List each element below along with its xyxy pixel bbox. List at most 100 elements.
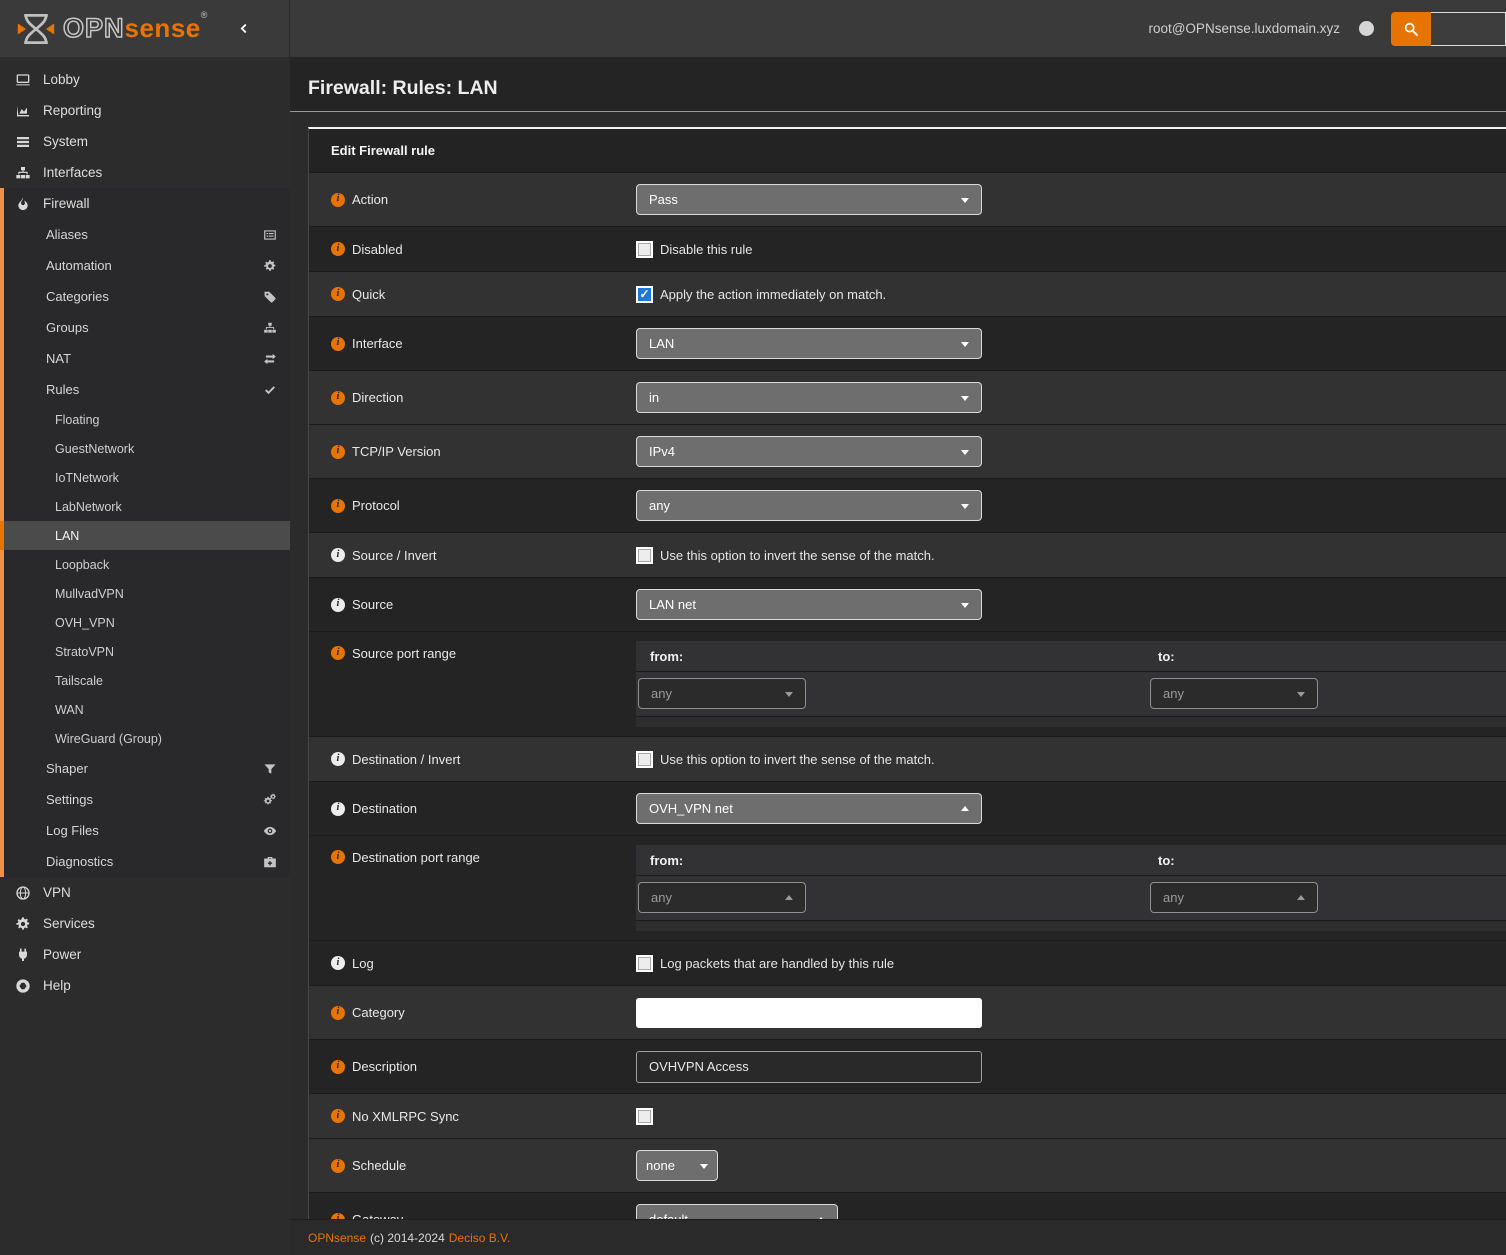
footer-opnsense-link[interactable]: OPNsense xyxy=(308,1231,366,1245)
sidebar-item-log-files[interactable]: Log Files xyxy=(4,815,290,846)
info-icon[interactable]: i xyxy=(331,242,345,256)
sidebar-item-diagnostics[interactable]: Diagnostics xyxy=(4,846,290,877)
list-icon xyxy=(13,134,33,150)
sidebar-item-groups[interactable]: Groups xyxy=(4,312,290,343)
log-checkbox[interactable] xyxy=(636,955,653,972)
sidebar-item-aliases[interactable]: Aliases xyxy=(4,219,290,250)
info-icon[interactable]: i xyxy=(331,646,345,660)
tcp-ip-version-select[interactable]: IPv4 xyxy=(636,436,982,467)
action-select[interactable]: Pass xyxy=(636,184,982,215)
field-label-cell: iSource xyxy=(309,578,636,631)
footer-copyright: (c) 2014-2024 xyxy=(370,1231,445,1245)
field-label: Destination port range xyxy=(352,850,480,865)
sidebar-item-iotnetwork[interactable]: IoTNetwork xyxy=(4,463,290,492)
destination-select[interactable]: OVH_VPN net xyxy=(636,793,982,824)
info-icon[interactable]: i xyxy=(331,1006,345,1020)
info-icon[interactable]: i xyxy=(331,548,345,562)
sidebar-section-lobby: Lobby xyxy=(0,64,290,95)
sidebar-section-reporting: Reporting xyxy=(0,95,290,126)
sidebar-subitem-label: Rules xyxy=(46,382,79,397)
sidebar-section-services: Services xyxy=(0,908,290,939)
form-row-protocol: iProtocolany xyxy=(309,479,1506,533)
info-icon[interactable]: i xyxy=(331,850,345,864)
sidebar-item-guestnetwork[interactable]: GuestNetwork xyxy=(4,434,290,463)
info-icon[interactable]: i xyxy=(331,598,345,612)
source-select[interactable]: LAN net xyxy=(636,589,982,620)
plug-icon xyxy=(13,947,33,963)
field-control-cell: any xyxy=(636,479,1506,532)
sidebar-collapse-button[interactable] xyxy=(237,22,250,35)
no-xmlrpc-sync-checkbox[interactable] xyxy=(636,1108,653,1125)
form-row-schedule: iSchedulenone xyxy=(309,1139,1506,1193)
interface-select[interactable]: LAN xyxy=(636,328,982,359)
sidebar-item-wireguard-group[interactable]: WireGuard (Group) xyxy=(4,724,290,753)
description-input[interactable] xyxy=(636,1051,982,1083)
sidebar-item-vpn[interactable]: VPN xyxy=(0,877,290,908)
logo[interactable]: OPNsense® xyxy=(0,0,290,57)
info-icon[interactable]: i xyxy=(331,287,345,301)
sidebar-section-interfaces: Interfaces xyxy=(0,157,290,188)
sidebar-item-reporting[interactable]: Reporting xyxy=(0,95,290,126)
sidebar-item-shaper[interactable]: Shaper xyxy=(4,753,290,784)
search-button[interactable] xyxy=(1391,12,1431,46)
caret-up-icon xyxy=(785,891,793,900)
info-icon[interactable]: i xyxy=(331,391,345,405)
field-label-cell: iDirection xyxy=(309,371,636,424)
sidebar-item-ovh-vpn[interactable]: OVH_VPN xyxy=(4,608,290,637)
sidebar-item-interfaces[interactable]: Interfaces xyxy=(0,157,290,188)
field-label-cell: iInterface xyxy=(309,317,636,370)
category-input[interactable] xyxy=(636,998,982,1028)
footer-deciso-link[interactable]: Deciso B.V. xyxy=(449,1231,511,1245)
sidebar-item-stratovpn[interactable]: StratoVPN xyxy=(4,637,290,666)
edit-firewall-rule-panel: Edit Firewall rule iActionPassiDisabledD… xyxy=(308,127,1506,1247)
direction-select[interactable]: in xyxy=(636,382,982,413)
eye-icon xyxy=(263,824,277,838)
sidebar-item-help[interactable]: Help xyxy=(0,970,290,1001)
opnsense-logo-icon xyxy=(16,12,56,46)
destination-port-range-table: from:to:anyany xyxy=(636,845,1506,931)
schedule-select[interactable]: none xyxy=(636,1150,718,1181)
selected-value: any xyxy=(1163,686,1184,701)
info-icon[interactable]: i xyxy=(331,752,345,766)
destination-port-range-from-select[interactable]: any xyxy=(638,882,806,913)
sidebar-item-settings[interactable]: Settings xyxy=(4,784,290,815)
sidebar-item-lan[interactable]: LAN xyxy=(4,521,290,550)
protocol-select[interactable]: any xyxy=(636,490,982,521)
sidebar-item-mullvadvpn[interactable]: MullvadVPN xyxy=(4,579,290,608)
sidebar-item-labnetwork[interactable]: LabNetwork xyxy=(4,492,290,521)
sidebar-item-lobby[interactable]: Lobby xyxy=(0,64,290,95)
disabled-checkbox[interactable] xyxy=(636,241,653,258)
sidebar-item-power[interactable]: Power xyxy=(0,939,290,970)
info-icon[interactable]: i xyxy=(331,445,345,459)
sidebar-item-nat[interactable]: NAT xyxy=(4,343,290,374)
source-port-range-from-select[interactable]: any xyxy=(638,678,806,709)
sidebar-item-wan[interactable]: WAN xyxy=(4,695,290,724)
source-invert-checkbox[interactable] xyxy=(636,547,653,564)
field-label-cell: iCategory xyxy=(309,986,636,1039)
info-icon[interactable]: i xyxy=(331,956,345,970)
destination-port-range-to-select[interactable]: any xyxy=(1150,882,1318,913)
info-icon[interactable]: i xyxy=(331,193,345,207)
info-icon[interactable]: i xyxy=(331,802,345,816)
sidebar-item-loopback[interactable]: Loopback xyxy=(4,550,290,579)
sidebar-item-tailscale[interactable]: Tailscale xyxy=(4,666,290,695)
sidebar-item-services[interactable]: Services xyxy=(0,908,290,939)
sidebar-item-firewall[interactable]: Firewall xyxy=(4,188,290,219)
sidebar-item-system[interactable]: System xyxy=(0,126,290,157)
info-icon[interactable]: i xyxy=(331,337,345,351)
info-icon[interactable]: i xyxy=(331,1109,345,1123)
sidebar-item-automation[interactable]: Automation xyxy=(4,250,290,281)
sidebar-item-rules[interactable]: Rules xyxy=(4,374,290,405)
destination-invert-checkbox[interactable] xyxy=(636,751,653,768)
info-icon[interactable]: i xyxy=(331,1060,345,1074)
to-label: to: xyxy=(1148,649,1506,664)
sidebar-item-categories[interactable]: Categories xyxy=(4,281,290,312)
form-row-direction: iDirectionin xyxy=(309,371,1506,425)
info-icon[interactable]: i xyxy=(331,499,345,513)
search-input[interactable] xyxy=(1431,12,1506,46)
info-icon[interactable]: i xyxy=(331,1159,345,1173)
quick-checkbox[interactable] xyxy=(636,286,653,303)
quick-checkbox-label: Apply the action immediately on match. xyxy=(660,287,886,302)
source-port-range-to-select[interactable]: any xyxy=(1150,678,1318,709)
sidebar-item-floating[interactable]: Floating xyxy=(4,405,290,434)
